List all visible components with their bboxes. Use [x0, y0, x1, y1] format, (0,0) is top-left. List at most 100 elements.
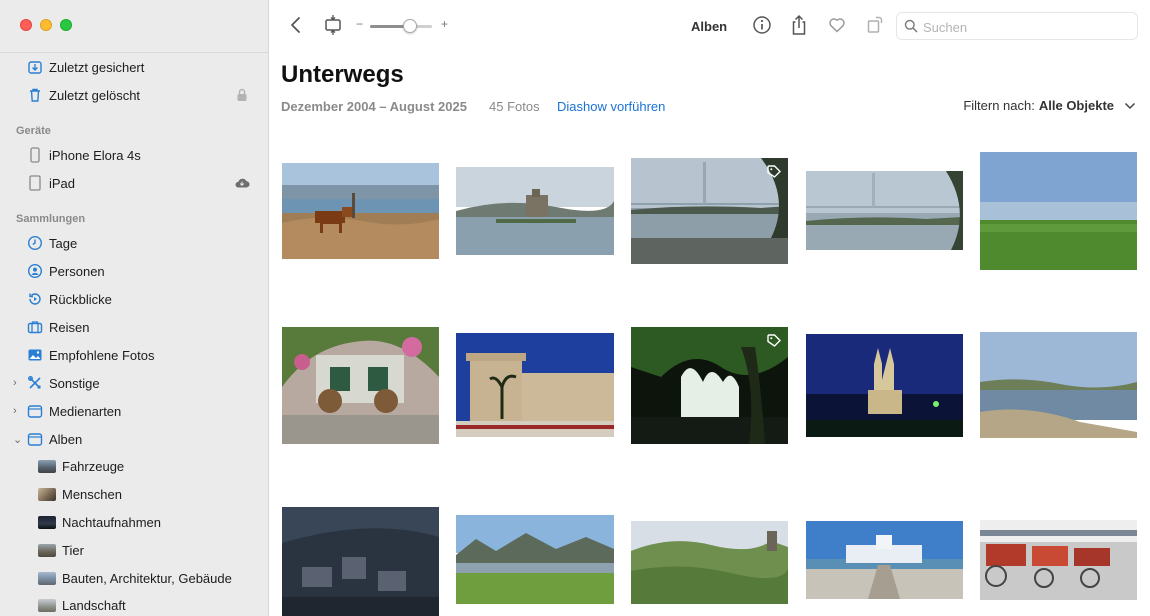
- photo-rickshaws[interactable]: [980, 520, 1137, 600]
- sidebar-item-label: iPhone Elora 4s: [49, 147, 141, 163]
- sidebar-item-media-types[interactable]: › Medienarten: [0, 398, 268, 424]
- photo-count: 45 Fotos: [489, 99, 540, 114]
- photo-green-field[interactable]: [980, 152, 1137, 270]
- filter-dropdown[interactable]: Filtern nach: Alle Objekte: [963, 98, 1136, 113]
- photo-flower-arch[interactable]: [282, 327, 439, 444]
- chevron-right-icon[interactable]: ›: [13, 377, 23, 389]
- photo-river-shore[interactable]: [980, 332, 1137, 438]
- search-field[interactable]: [896, 12, 1138, 40]
- sidebar-item-albums[interactable]: ⌄ Alben: [0, 426, 268, 452]
- share-icon[interactable]: [788, 14, 810, 36]
- sidebar-item-days[interactable]: Tage: [0, 230, 268, 256]
- minimize-window-button[interactable]: [40, 19, 52, 31]
- cloud-icon[interactable]: [234, 175, 250, 191]
- tag-icon: [766, 333, 782, 349]
- album-thumbnail: [38, 597, 56, 613]
- date-range: Dezember 2004 – August 2025: [281, 99, 467, 114]
- sidebar-item-label: Empfohlene Fotos: [49, 347, 155, 363]
- album-thumbnail: [38, 486, 56, 502]
- search-input[interactable]: [923, 18, 1123, 36]
- sidebar-item-people[interactable]: Personen: [0, 258, 268, 284]
- sidebar-album-landscape[interactable]: Landschaft: [0, 592, 268, 616]
- close-window-button[interactable]: [20, 19, 32, 31]
- sidebar-item-featured-photos[interactable]: Empfohlene Fotos: [0, 342, 268, 368]
- sidebar-item-label: Tage: [49, 235, 78, 251]
- sidebar-album-people[interactable]: Menschen: [0, 481, 268, 507]
- filter-value: Alle Objekte: [1038, 98, 1114, 113]
- clock-icon: [27, 235, 43, 251]
- photo-bridge-pier[interactable]: [806, 171, 963, 250]
- photo-castle-lake[interactable]: [456, 167, 614, 255]
- slideshow-link[interactable]: Diashow vorführen: [557, 99, 665, 114]
- sidebar-item-ipad[interactable]: iPad: [0, 170, 268, 196]
- album-thumbnail: [38, 570, 56, 586]
- sidebar-item-other[interactable]: › Sonstige: [0, 370, 268, 396]
- album-thumbnail: [38, 542, 56, 558]
- sidebar-item-label: Fahrzeuge: [62, 458, 125, 474]
- rotate-icon[interactable]: [864, 14, 886, 36]
- tools-icon: [27, 375, 43, 391]
- sidebar-item-label: Sonstige: [49, 375, 100, 391]
- back-button[interactable]: [286, 14, 306, 36]
- sidebar-item-memories[interactable]: Rückblicke: [0, 286, 268, 312]
- sidebar-item-label: Medienarten: [49, 403, 122, 419]
- heart-icon[interactable]: [826, 14, 848, 36]
- chevron-down-icon[interactable]: ⌄: [13, 433, 23, 446]
- sidebar-item-label: Personen: [49, 263, 105, 279]
- chevron-down-icon: [1124, 102, 1136, 110]
- filter-label: Filtern nach:: [963, 98, 1035, 113]
- sidebar-item-label: Menschen: [62, 486, 122, 502]
- zoom-slider-knob[interactable]: [403, 19, 418, 33]
- albums-button[interactable]: Alben: [691, 19, 727, 34]
- sidebar-section-devices: Geräte: [16, 125, 51, 137]
- photo-mountain-village[interactable]: [282, 507, 439, 616]
- sidebar: Zuletzt gesichert Zuletzt gelöscht Gerät…: [0, 0, 269, 616]
- sidebar-item-label: Rückblicke: [49, 291, 112, 307]
- zoom-window-button[interactable]: [60, 19, 72, 31]
- aspect-fit-icon[interactable]: [323, 14, 343, 36]
- sidebar-item-recently-backed-up[interactable]: Zuletzt gesichert: [0, 54, 268, 80]
- sidebar-album-vehicles[interactable]: Fahrzeuge: [0, 453, 268, 479]
- sidebar-item-label: Zuletzt gesichert: [49, 59, 145, 75]
- chevron-right-icon[interactable]: ›: [13, 405, 23, 417]
- sidebar-section-collections: Sammlungen: [16, 213, 86, 225]
- person-icon: [27, 263, 43, 279]
- photo-cathedral-night[interactable]: [806, 334, 963, 437]
- window-controls: [20, 19, 72, 31]
- sidebar-item-label: Landschaft: [62, 597, 126, 613]
- sidebar-item-label: Tier: [62, 542, 84, 558]
- photo-bridge-shore[interactable]: [631, 158, 788, 264]
- photo-green-hills[interactable]: [456, 515, 614, 604]
- photo-highland-cattle[interactable]: [282, 163, 439, 259]
- photo-beach-castle[interactable]: [456, 333, 614, 437]
- photo-pier-pavilion[interactable]: [806, 521, 963, 599]
- sidebar-album-architecture[interactable]: Bauten, Architektur, Gebäude: [0, 565, 268, 591]
- search-icon: [904, 19, 918, 33]
- photo-fountain-night[interactable]: [631, 327, 788, 444]
- sidebar-album-animals[interactable]: Tier: [0, 537, 268, 563]
- backup-icon: [27, 59, 43, 75]
- photo-coastal-hills[interactable]: [631, 521, 788, 604]
- album-thumbnail: [38, 514, 56, 530]
- sidebar-item-recently-deleted[interactable]: Zuletzt gelöscht: [0, 82, 268, 108]
- sidebar-album-night[interactable]: Nachtaufnahmen: [0, 509, 268, 535]
- iphone-icon: [27, 147, 43, 163]
- sidebar-item-label: Bauten, Architektur, Gebäude: [62, 570, 232, 586]
- zoom-in-button[interactable]: +: [441, 17, 448, 31]
- folder-icon: [27, 403, 43, 419]
- zoom-out-button[interactable]: −: [356, 17, 363, 31]
- info-icon[interactable]: [751, 14, 773, 36]
- sidebar-item-label: Nachtaufnahmen: [62, 514, 162, 530]
- ipad-icon: [27, 175, 43, 191]
- folder-icon: [27, 431, 43, 447]
- page-title: Unterwegs: [281, 61, 404, 88]
- memories-icon: [27, 291, 43, 307]
- tag-icon: [766, 164, 782, 180]
- suitcase-icon: [27, 319, 43, 335]
- sidebar-item-iphone[interactable]: iPhone Elora 4s: [0, 142, 268, 168]
- sidebar-item-label: Reisen: [49, 319, 90, 335]
- zoom-slider[interactable]: [370, 25, 432, 28]
- sidebar-item-label: Alben: [49, 431, 83, 447]
- sidebar-item-label: iPad: [49, 175, 76, 191]
- sidebar-item-trips[interactable]: Reisen: [0, 314, 268, 340]
